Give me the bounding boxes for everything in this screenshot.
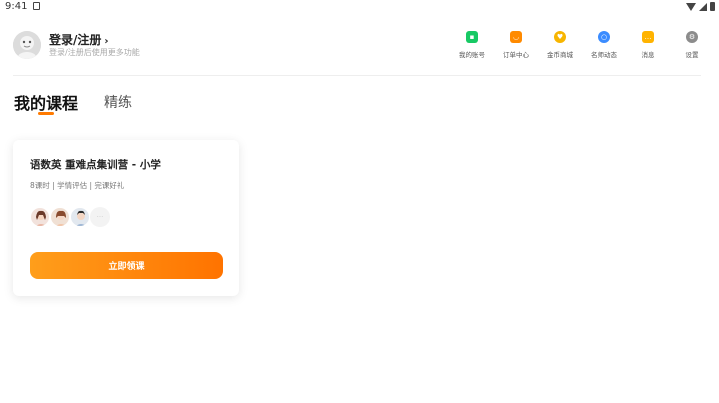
quick-action-coin-mall[interactable]: ♥ 金币商城 [538,31,582,59]
course-meta: 8课时 | 学情评估 | 完课好礼 [30,181,125,190]
quick-action-label: 设置 [685,51,699,59]
teacher-avatar [70,207,90,227]
coin-icon: ♥ [554,31,566,43]
login-title-text: 登录/注册 [49,33,102,47]
quick-actions: ▪ 我的账号 ◡ 订单中心 ♥ 金币商城 ○ 名师动态 … 消息 ⚙ 设置 [450,31,714,59]
claim-course-button[interactable]: 立即领课 [30,252,223,279]
battery-icon [710,2,715,11]
tab-my-courses[interactable]: 我的课程 [14,90,78,114]
orders-icon: ◡ [510,31,522,43]
account-icon: ▪ [466,31,478,43]
quick-action-teacher[interactable]: ○ 名师动态 [582,31,626,59]
chevron-right-icon: › [104,36,109,47]
user-avatar[interactable] [13,31,41,59]
settings-icon: ⚙ [686,31,698,43]
course-title: 语数英 重难点集训营 - 小学 [30,159,161,171]
login-subtitle: 登录/注册后使用更多功能 [49,48,140,57]
teacher-avatar [30,207,50,227]
status-time: 9:41 [5,1,28,12]
header-divider [13,75,701,76]
quick-action-account[interactable]: ▪ 我的账号 [450,31,494,59]
quick-action-label: 订单中心 [503,51,529,59]
notification-icon [33,2,40,10]
status-indicators [686,2,715,11]
quick-action-orders[interactable]: ◡ 订单中心 [494,31,538,59]
quick-action-label: 我的账号 [459,51,485,59]
quick-action-settings[interactable]: ⚙ 设置 [670,31,714,59]
quick-action-label: 名师动态 [591,51,617,59]
active-tab-indicator [38,112,54,115]
teacher-icon: ○ [598,31,610,43]
signal-icon [699,2,707,11]
wifi-icon [686,2,696,11]
login-register-link[interactable]: 登录/注册 › [49,31,109,48]
status-bar: 9:41 [0,0,719,14]
message-icon: … [642,31,654,43]
quick-action-label: 消息 [641,51,655,59]
quick-action-message[interactable]: … 消息 [626,31,670,59]
course-card[interactable]: 语数英 重难点集训营 - 小学 8课时 | 学情评估 | 完课好礼 ··· 立即… [13,140,239,296]
tab-practice[interactable]: 精练 [104,92,132,112]
quick-action-label: 金币商城 [547,51,573,59]
teacher-avatars: ··· [30,207,110,227]
teacher-avatar [50,207,70,227]
more-teachers-indicator: ··· [90,207,110,227]
